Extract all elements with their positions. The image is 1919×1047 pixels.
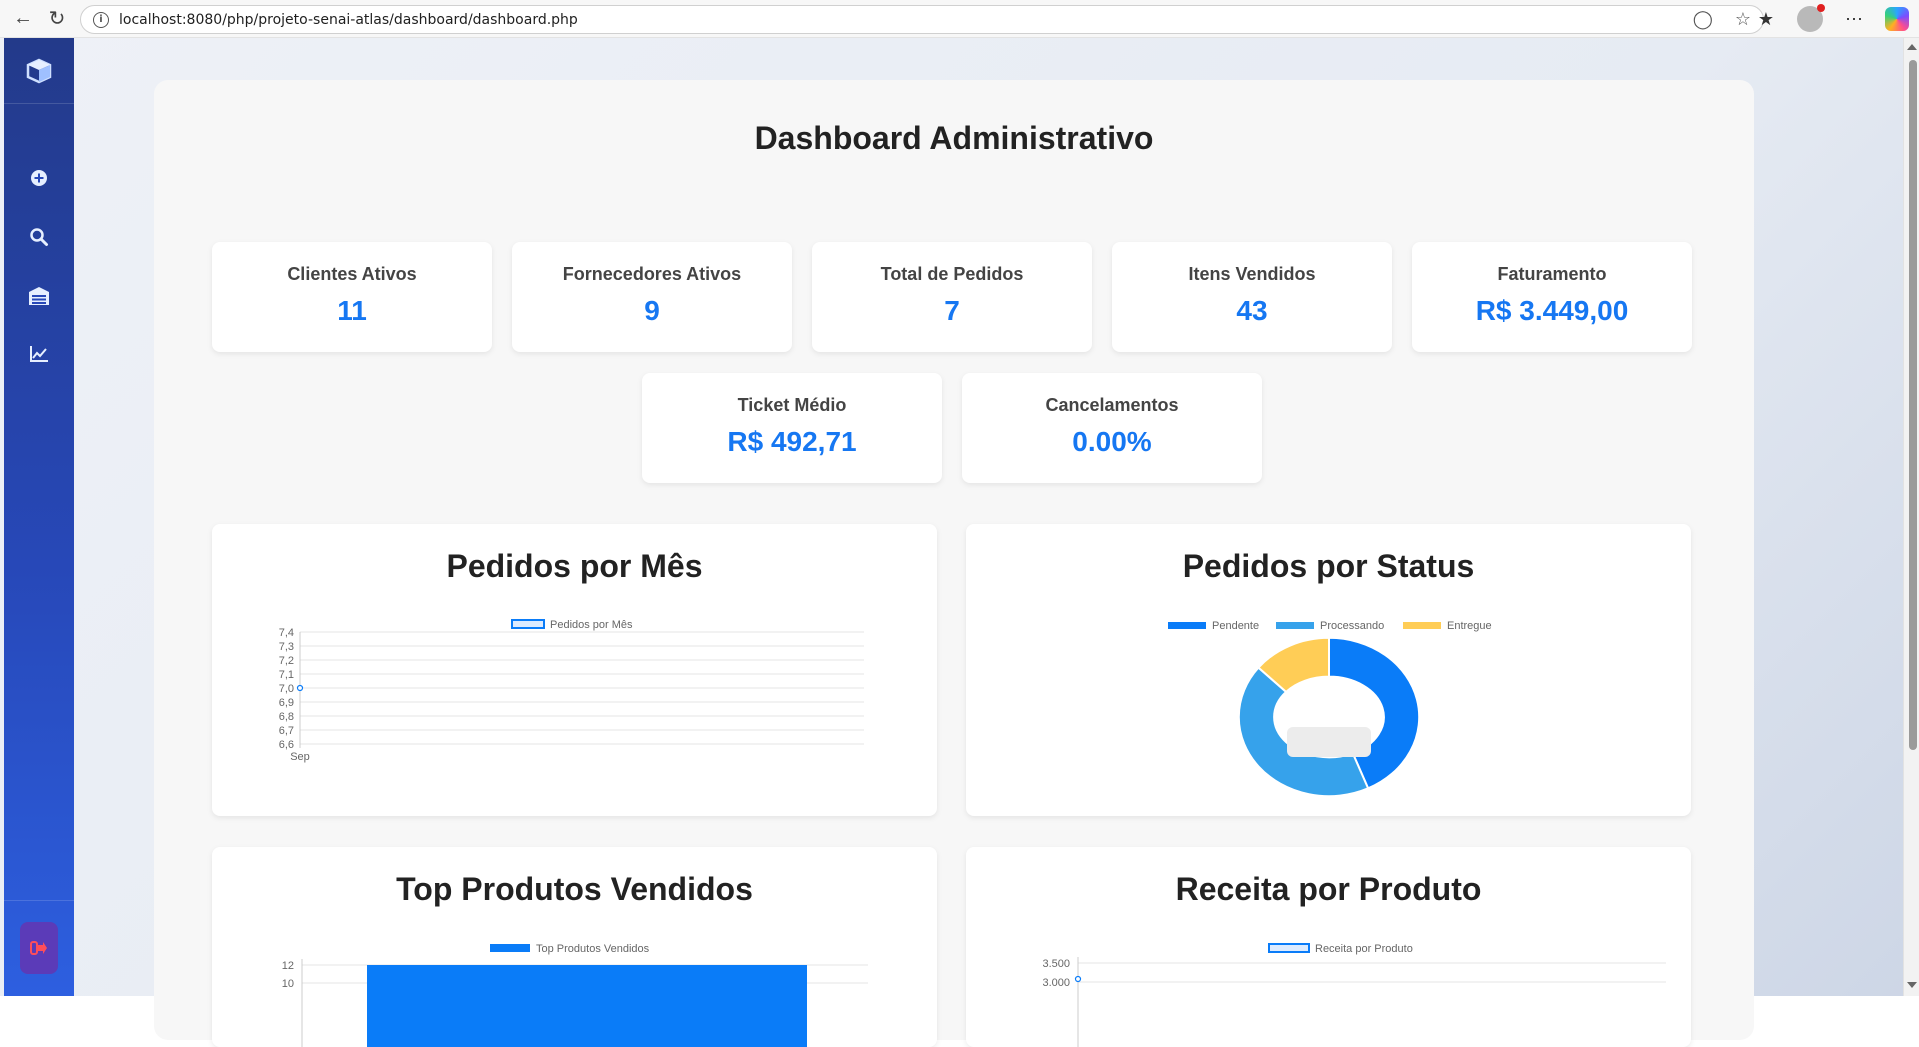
legend-swatch (1276, 622, 1314, 629)
page-background: Dashboard Administrativo Clientes Ativos… (0, 38, 1919, 1047)
favorite-star-icon[interactable]: ☆ (1735, 9, 1751, 30)
scrollbar[interactable] (1903, 38, 1919, 996)
sidebar-item-reports[interactable] (4, 336, 74, 372)
legend-label: Pedidos por Mês (550, 619, 633, 631)
inventory-icon (29, 287, 49, 305)
bar-chart-top-produtos: Top Produtos Vendidos 12 10 (282, 943, 868, 1047)
kpi-card-fornecedores: Fornecedores Ativos 9 (512, 242, 792, 352)
dashboard-panel: Dashboard Administrativo Clientes Ativos… (154, 80, 1754, 1047)
y-tick-label: 7,3 (279, 641, 294, 653)
logo-cube-icon[interactable] (4, 38, 74, 104)
sidebar-item-search[interactable] (4, 219, 74, 255)
kpi-card-clientes: Clientes Ativos 11 (212, 242, 492, 352)
y-tick-label: 3.500 (1042, 958, 1070, 970)
bar (367, 965, 807, 1047)
legend-label: Receita por Produto (1315, 943, 1413, 955)
kpi-label: Itens Vendidos (1188, 264, 1316, 284)
copilot-icon[interactable] (1885, 7, 1909, 31)
scroll-up-arrow-icon[interactable] (1907, 44, 1917, 50)
kpi-card-pedidos: Total de Pedidos 7 (812, 242, 1092, 352)
kpi-label: Faturamento (1497, 264, 1607, 284)
y-tick-label: 6,9 (279, 697, 294, 709)
back-arrow-icon[interactable]: ← (6, 2, 40, 36)
y-tick-label: 7,2 (279, 655, 294, 667)
y-tick-label: 7,1 (279, 669, 294, 681)
kpi-card-cancelamentos: Cancelamentos 0.00% (962, 373, 1262, 483)
legend-label: Top Produtos Vendidos (536, 943, 650, 955)
kpi-card-itens: Itens Vendidos 43 (1112, 242, 1392, 352)
y-tick-label: 6,8 (279, 711, 294, 723)
kpi-card-faturamento: Faturamento R$ 3.449,00 (1412, 242, 1692, 352)
legend-swatch (1403, 622, 1441, 629)
kpi-label: Fornecedores Ativos (562, 264, 742, 284)
legend-swatch (1168, 622, 1206, 629)
search-icon (30, 228, 48, 246)
browser-toolbar: ← ↻ i localhost:8080/php/projeto-senai-a… (0, 0, 1919, 38)
kpi-value: 7 (944, 295, 960, 326)
profile-avatar[interactable] (1797, 4, 1825, 32)
kpi-value: 43 (1236, 295, 1268, 326)
url-text: localhost:8080/php/projeto-senai-atlas/d… (119, 11, 578, 28)
sidebar-divider (4, 900, 74, 901)
y-tick-label: 10 (282, 978, 294, 990)
data-point (296, 684, 304, 692)
kpi-value: 0.00% (1072, 426, 1152, 457)
y-tick-label: 7,0 (279, 683, 294, 695)
y-tick-label: 3.000 (1042, 977, 1070, 989)
chart-line-icon (30, 346, 48, 362)
page-title: Dashboard Administrativo (754, 120, 1154, 156)
legend-swatch (490, 944, 530, 952)
kpi-label: Clientes Ativos (287, 264, 417, 284)
site-info-icon[interactable]: i (93, 11, 109, 28)
scroll-down-arrow-icon[interactable] (1907, 982, 1917, 988)
legend-swatch (511, 619, 545, 629)
sidebar-item-inventory[interactable] (4, 278, 74, 314)
plus-circle-icon (31, 170, 47, 186)
line-chart-pedidos-mes: Pedidos por Mês 7,4 7,3 7,2 7,1 7,0 6,9 6,8 6,7 6… (279, 619, 864, 763)
kpi-label: Total de Pedidos (880, 264, 1024, 284)
reader-icon[interactable]: ◯ (1693, 9, 1713, 30)
chart-card-pedidos-mes: Pedidos por Mês Pedidos por Mês 7,4 7,3 7,2… (212, 524, 937, 816)
legend-swatch (1268, 943, 1310, 953)
reload-icon[interactable]: ↻ (40, 2, 74, 36)
doughnut-chart-pedidos-status: Pendente Processando Entregue (1168, 620, 1492, 798)
kpi-value: 9 (644, 295, 660, 326)
center-tooltip-box (1287, 727, 1371, 757)
y-tick-label: 6,7 (279, 725, 294, 737)
chart-card-pedidos-status: Pedidos por Status Pendente Processando En… (966, 524, 1691, 816)
y-tick-label: 12 (282, 960, 294, 972)
sidebar (4, 38, 74, 996)
x-tick-label: Sep (290, 751, 310, 763)
y-tick-label: 6,6 (279, 739, 294, 751)
data-point (1074, 975, 1082, 983)
line-chart-receita-produto: Receita por Produto 3.500 3.000 (1042, 943, 1666, 1047)
sidebar-item-add[interactable] (4, 160, 74, 196)
kpi-value: R$ 492,71 (727, 426, 857, 457)
kpi-card-ticket: Ticket Médio R$ 492,71 (642, 373, 942, 483)
logout-button[interactable] (20, 922, 58, 974)
scrollbar-thumb[interactable] (1909, 60, 1917, 750)
chart-card-top-produtos: Top Produtos Vendidos Top Produtos Vendi… (212, 847, 937, 1047)
address-bar[interactable]: i localhost:8080/php/projeto-senai-atlas… (80, 5, 1764, 34)
favorites-icon[interactable]: ★ (1753, 6, 1779, 32)
more-menu-icon[interactable]: ⋯ (1841, 6, 1867, 32)
kpi-value: R$ 3.449,00 (1475, 295, 1629, 326)
legend-label: Entregue (1447, 620, 1492, 632)
logout-icon (30, 941, 47, 955)
kpi-label: Cancelamentos (1045, 395, 1179, 415)
kpi-value: 11 (337, 295, 367, 326)
y-tick-label: 7,4 (279, 627, 294, 639)
legend-label: Pendente (1212, 620, 1259, 632)
chart-card-receita-produto: Receita por Produto Receita por Produto 3… (966, 847, 1691, 1047)
legend-label: Processando (1320, 620, 1384, 632)
kpi-label: Ticket Médio (737, 395, 847, 415)
